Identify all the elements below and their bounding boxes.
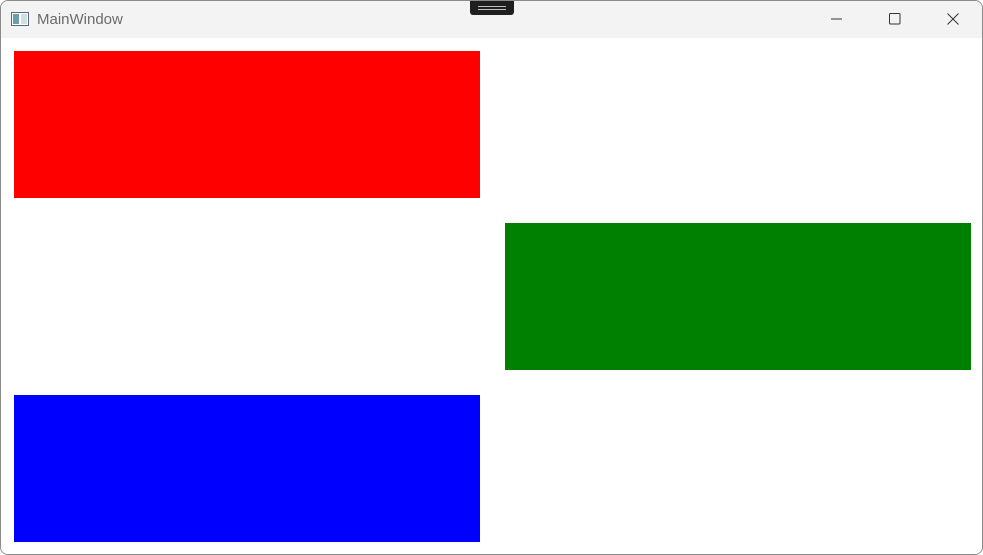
- red-rectangle: [14, 51, 480, 198]
- blue-rectangle: [14, 395, 480, 542]
- green-rectangle: [505, 223, 971, 370]
- minimize-icon: [831, 18, 842, 20]
- app-window-icon: [11, 12, 29, 26]
- snap-layout-handle[interactable]: [470, 1, 514, 15]
- close-icon: [947, 13, 959, 25]
- minimize-button[interactable]: [808, 1, 866, 38]
- maximize-icon: [889, 13, 901, 25]
- title-bar[interactable]: MainWindow: [1, 1, 982, 38]
- close-button[interactable]: [924, 1, 982, 38]
- window-title: MainWindow: [37, 11, 123, 28]
- maximize-button[interactable]: [866, 1, 924, 38]
- client-area: [1, 38, 982, 554]
- main-window: MainWindow: [0, 0, 983, 555]
